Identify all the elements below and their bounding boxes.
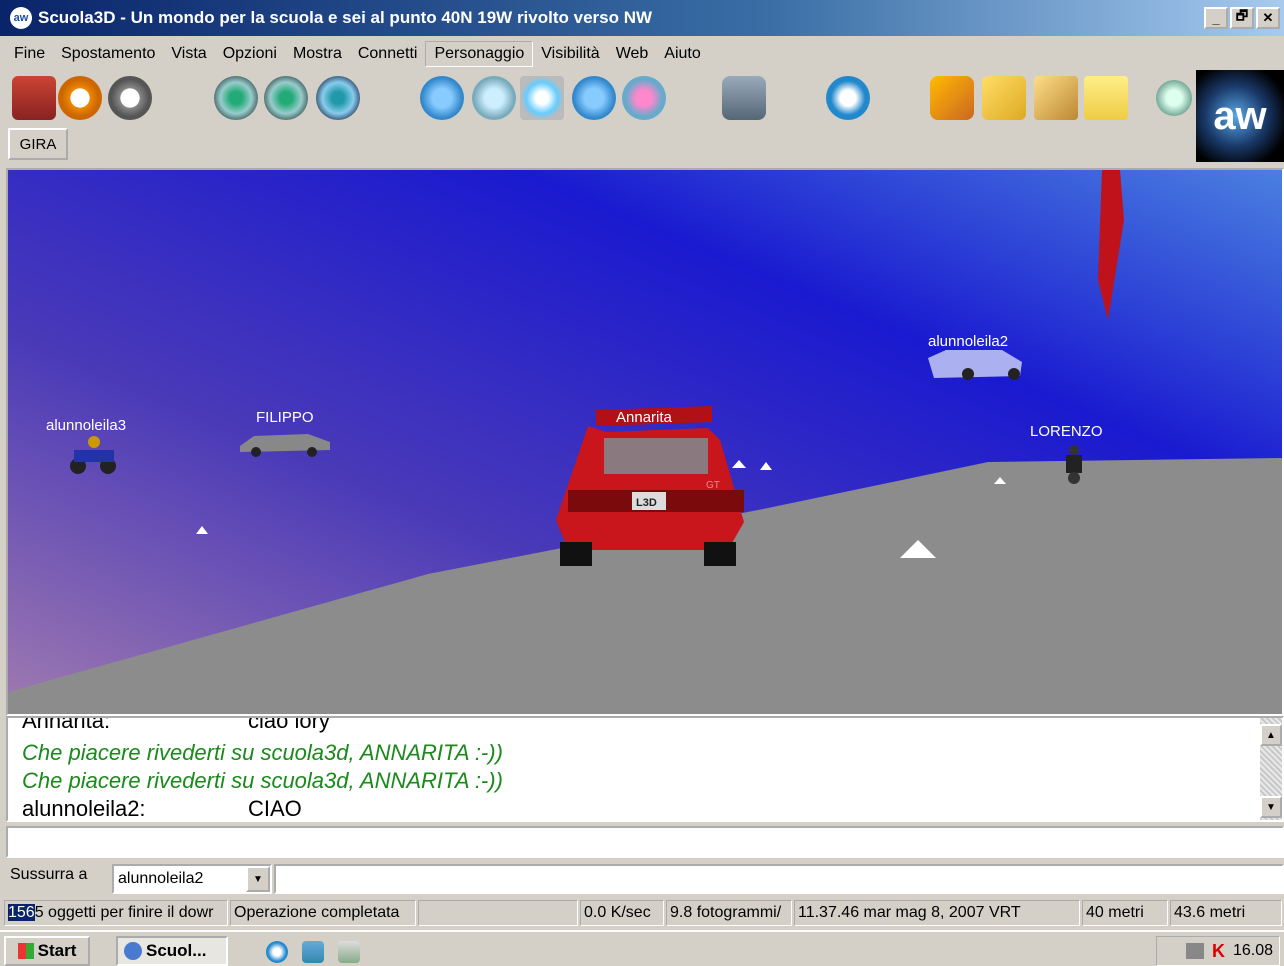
scroll-down-icon[interactable]: [1156, 80, 1192, 116]
quicklaunch-app-icon[interactable]: [338, 941, 360, 963]
clock: 16.08: [1232, 942, 1273, 959]
scroll-up-arrow-icon[interactable]: ▲: [1260, 724, 1282, 746]
taskbar: Start Scuol... K 16.08: [0, 930, 1284, 966]
chat-speaker: Annarita:: [22, 716, 111, 733]
chat-message: Che piacere rivederti su scuola3d, ANNAR…: [22, 768, 503, 793]
whisper-target-select[interactable]: alunnoleila2 ▼: [112, 864, 272, 894]
browser-icon[interactable]: [826, 76, 870, 120]
taskbar-item-label: Scuol...: [146, 941, 207, 960]
title-bar: aw Scuola3D - Un mondo per la scuola e s…: [0, 0, 1284, 36]
chat-message: ciao lory: [248, 716, 330, 733]
whisper-input[interactable]: [274, 864, 1284, 894]
status-distance-2: 43.6 metri: [1170, 900, 1282, 926]
antivirus-k-icon[interactable]: K: [1212, 941, 1225, 962]
flying-car-avatar: [928, 350, 1022, 380]
menu-personaggio[interactable]: Personaggio: [425, 41, 534, 67]
view-first-person-icon[interactable]: [214, 76, 258, 120]
windows-logo-icon: [17, 943, 34, 959]
ie-quicklaunch-icon[interactable]: [266, 941, 288, 963]
status-speed: 0.0 K/sec: [580, 900, 664, 926]
chat-input[interactable]: [6, 826, 1284, 858]
contacts-icon[interactable]: [622, 76, 666, 120]
view-third-person-icon[interactable]: [264, 76, 308, 120]
chat-message: Che piacere rivederti su scuola3d, ANNAR…: [22, 740, 503, 765]
menu-fine[interactable]: Fine: [6, 42, 53, 66]
whisper-target-value: alunnoleila2: [118, 870, 204, 887]
avatar-label-annarita: Annarita: [616, 409, 673, 426]
chat-scrollbar[interactable]: ▲ ▼: [1260, 718, 1282, 820]
teleport-icon[interactable]: [930, 76, 974, 120]
menu-aiuto[interactable]: Aiuto: [656, 42, 708, 66]
close-button[interactable]: ✕: [1256, 7, 1280, 29]
gira-button[interactable]: GIRA: [8, 128, 68, 160]
menu-mostra[interactable]: Mostra: [285, 42, 350, 66]
avatar-label-lorenzo: LORENZO: [1030, 423, 1103, 440]
menu-bar: Fine Spostamento Vista Opzioni Mostra Co…: [0, 38, 1284, 70]
menu-vista[interactable]: Vista: [163, 42, 214, 66]
menu-visibilita[interactable]: Visibilità: [533, 42, 607, 66]
visibility-icon[interactable]: [472, 76, 516, 120]
minimize-button[interactable]: _: [1204, 7, 1228, 29]
chat-history[interactable]: Annarita: ciao lory Che piacere rivederti…: [6, 716, 1284, 822]
status-datetime: 11.37.46 mar mag 8, 2007 VRT: [794, 900, 1080, 926]
window-title: Scuola3D - Un mondo per la scuola e sei …: [38, 8, 653, 27]
chevron-down-icon[interactable]: ▼: [246, 866, 270, 892]
chat-line: Che piacere rivederti su scuola3d, ANNAR…: [22, 740, 503, 766]
status-download: 1565 oggetti per finire il dowr: [4, 900, 228, 926]
aw-globe-icon: [124, 942, 142, 960]
car-badge: GT: [706, 480, 720, 491]
map-icon[interactable]: [1034, 76, 1078, 120]
group-icon[interactable]: [572, 76, 616, 120]
speaker-icon[interactable]: [1185, 943, 1204, 959]
forward-icon[interactable]: [108, 76, 152, 120]
system-tray: K 16.08: [1156, 936, 1280, 966]
menu-spostamento[interactable]: Spostamento: [53, 42, 163, 66]
afk-icon[interactable]: [722, 76, 766, 120]
start-button[interactable]: Start: [4, 936, 90, 966]
whisper-label: Sussurra a: [10, 866, 88, 883]
chat-line: Annarita: ciao lory: [22, 716, 330, 734]
toolbar: [0, 72, 1200, 124]
aw-logo: aw: [1196, 70, 1284, 162]
status-operation: Operazione completata: [230, 900, 416, 926]
home-icon[interactable]: [12, 76, 56, 120]
menu-web[interactable]: Web: [608, 42, 657, 66]
status-download-count: 156: [8, 904, 35, 921]
status-download-text: 5 oggetti per finire il dowr: [34, 904, 214, 921]
taskbar-item-scuola3d[interactable]: Scuol...: [116, 936, 228, 966]
chat-speaker: alunnoleila2:: [22, 796, 146, 821]
status-fps: 9.8 fotogrammi/: [666, 900, 792, 926]
avatar-icon[interactable]: [420, 76, 464, 120]
menu-connetti[interactable]: Connetti: [350, 42, 426, 66]
aw-globe-icon[interactable]: aw: [10, 7, 32, 29]
folder-icon[interactable]: [1084, 76, 1128, 120]
back-icon[interactable]: [58, 76, 102, 120]
chat-line: alunnoleila2: CIAO: [22, 796, 302, 821]
scroll-down-arrow-icon[interactable]: ▼: [1260, 796, 1282, 818]
status-empty: [418, 900, 578, 926]
status-distance-1: 40 metri: [1082, 900, 1168, 926]
avatar-label-alunnoleila3: alunnoleila3: [46, 417, 126, 434]
avatar-label-alunnoleila2: alunnoleila2: [928, 333, 1008, 350]
avatar-selected-icon[interactable]: [520, 76, 564, 120]
chat-message: CIAO: [248, 796, 302, 821]
chat-line: Che piacere rivederti su scuola3d, ANNAR…: [22, 768, 503, 794]
show-desktop-icon[interactable]: [302, 941, 324, 963]
status-bar: 1565 oggetti per finire il dowr Operazio…: [0, 898, 1284, 928]
menu-opzioni[interactable]: Opzioni: [215, 42, 285, 66]
restore-button[interactable]: 🗗: [1230, 7, 1254, 29]
edit-icon[interactable]: [982, 76, 1026, 120]
world-view[interactable]: alunnoleila3 FILIPPO Annarita alunnoleil…: [6, 168, 1284, 716]
start-label: Start: [37, 941, 77, 960]
avatar-label-filippo: FILIPPO: [256, 409, 314, 426]
whisper-row: Sussurra a alunnoleila2 ▼: [0, 860, 1284, 896]
license-plate: L3D: [636, 497, 657, 509]
view-front-icon[interactable]: [316, 76, 360, 120]
